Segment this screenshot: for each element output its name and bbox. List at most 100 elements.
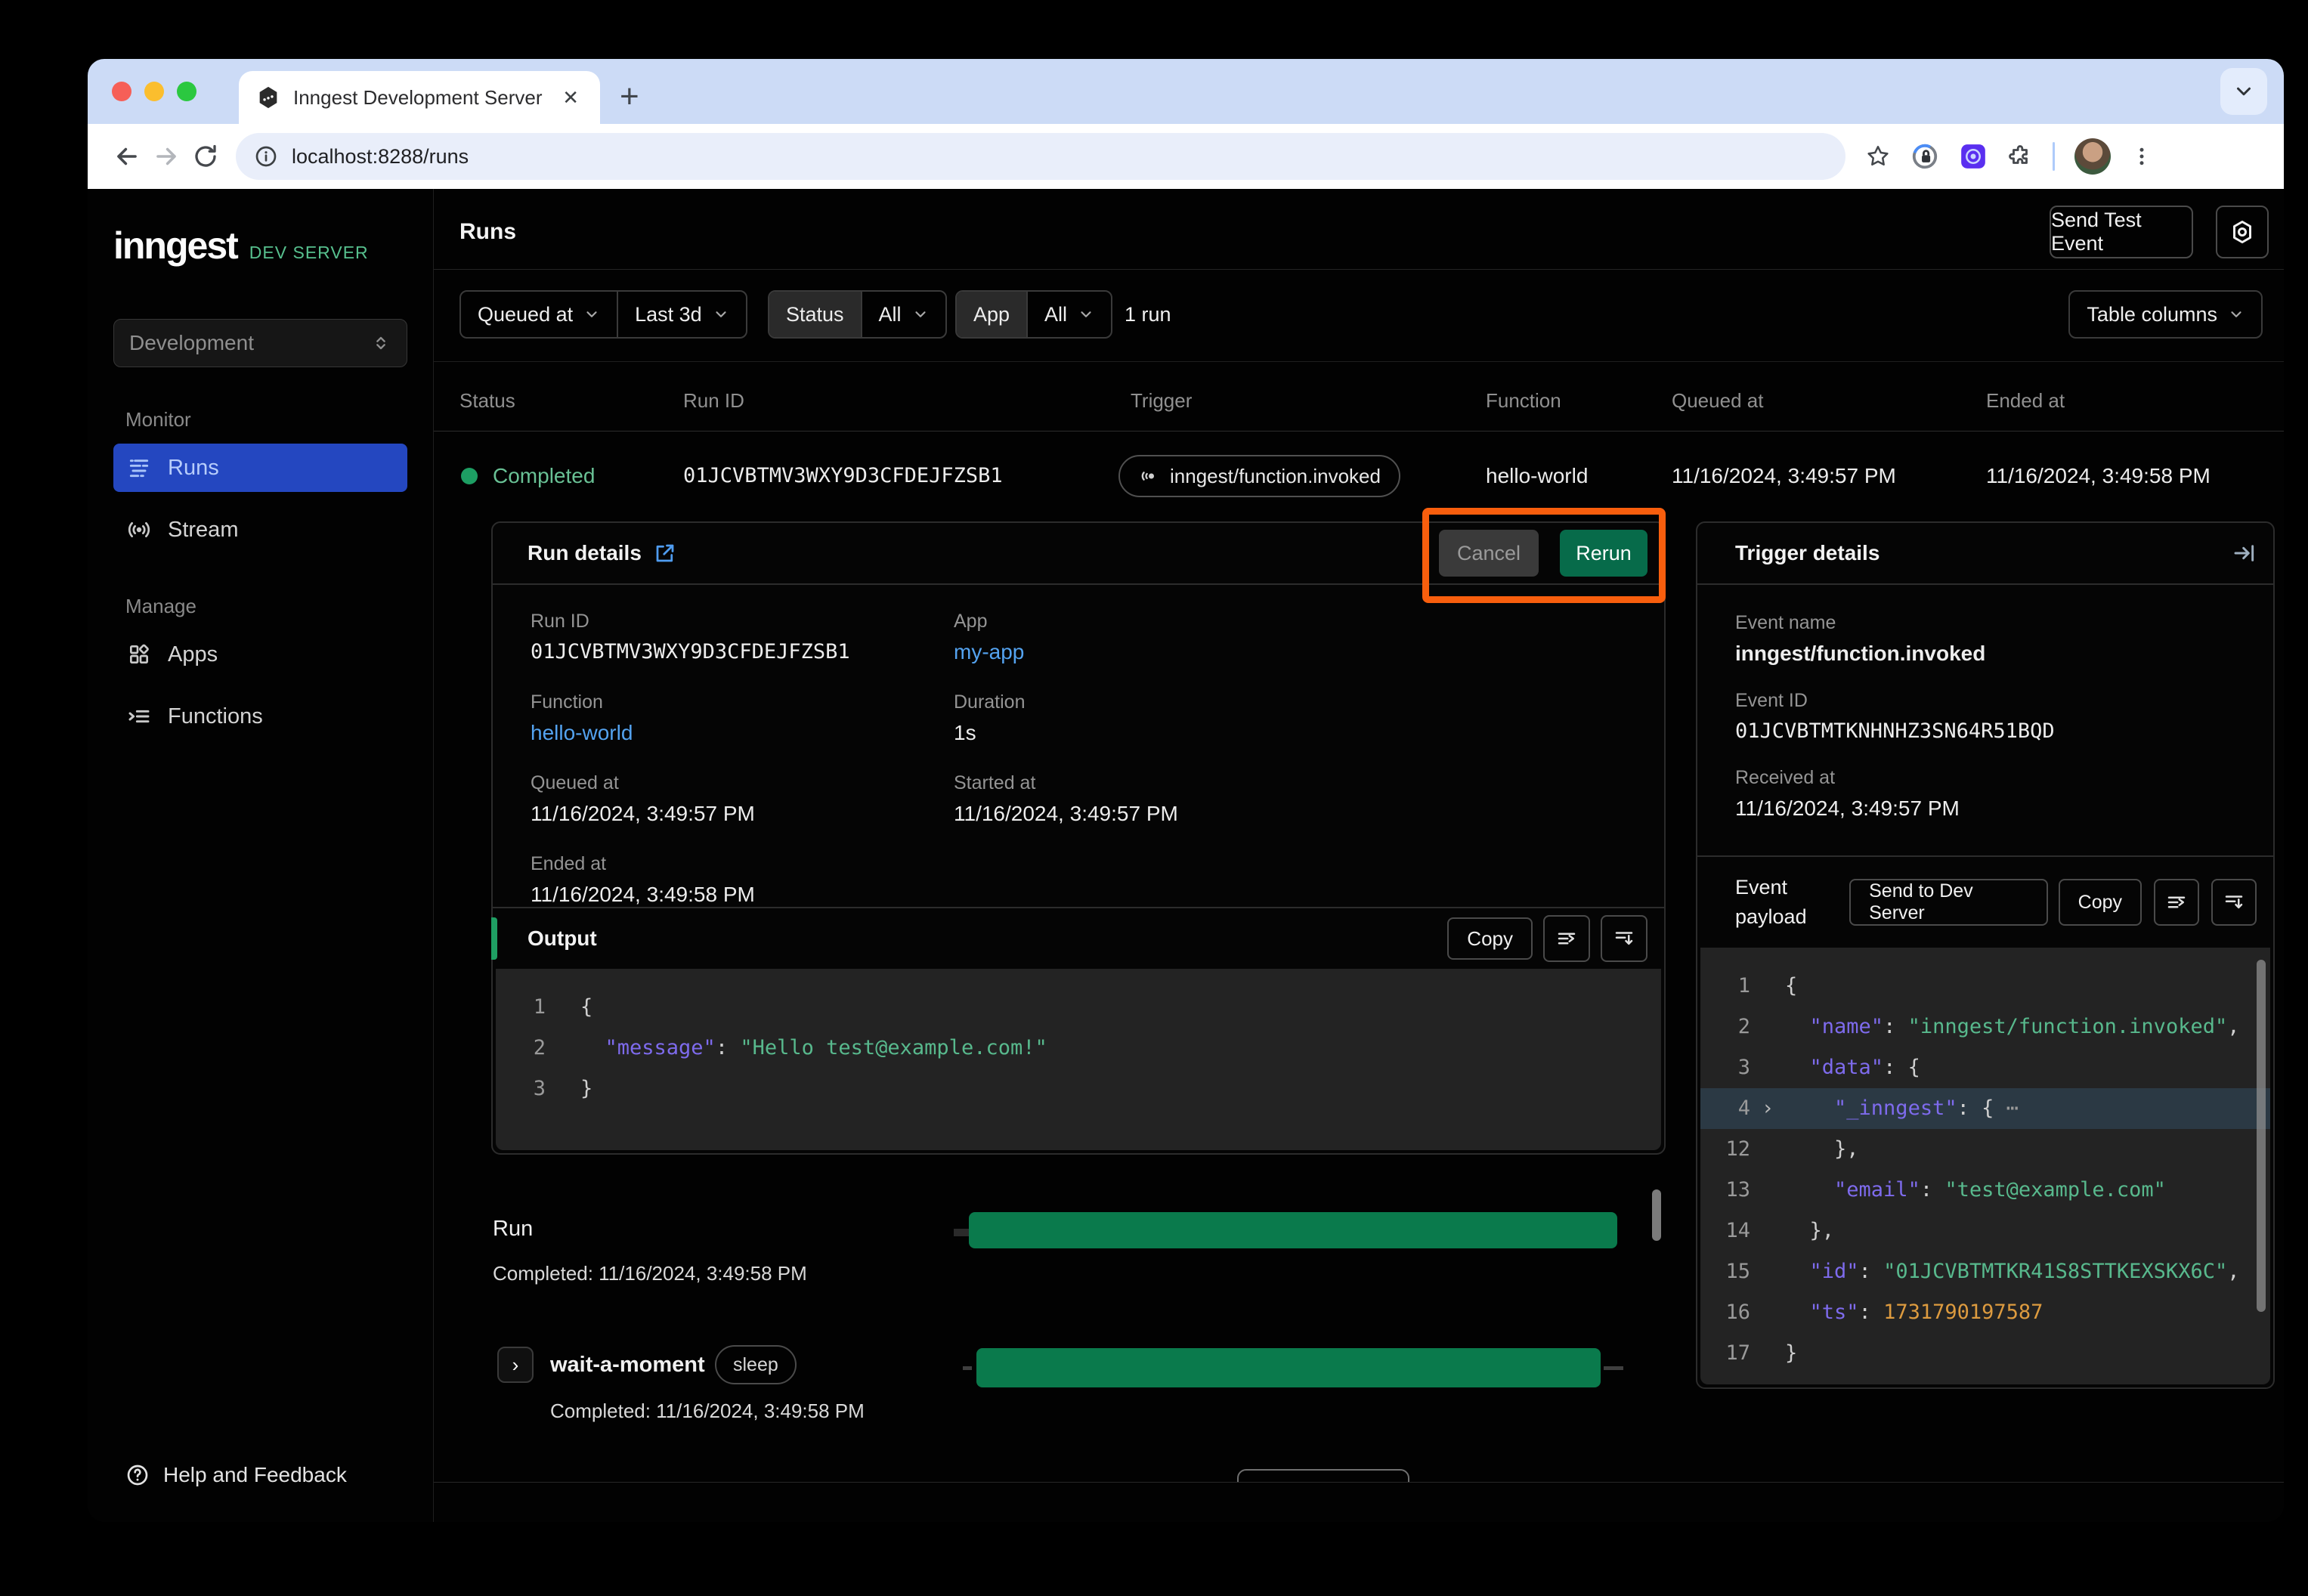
sidebar-item-runs[interactable]: Runs (113, 444, 407, 492)
chevron-down-icon (583, 306, 600, 323)
back-button[interactable] (107, 137, 147, 176)
status-dot-completed (461, 468, 478, 484)
environment-selector[interactable]: Development (113, 319, 407, 367)
event-payload-code-block[interactable]: 1{2 "name": "inngest/function.invoked",3… (1700, 948, 2270, 1384)
payload-expand-lines-icon[interactable] (2211, 879, 2257, 926)
payload-word-wrap-icon[interactable] (2154, 879, 2199, 926)
status-filter-value[interactable]: All (861, 292, 945, 337)
sidebar-item-stream[interactable]: Stream (113, 506, 407, 554)
trigger-info: Event name inngest/function.invoked Even… (1697, 585, 2273, 855)
close-window-button[interactable] (112, 82, 131, 101)
code-line: 12 }, (1700, 1129, 2270, 1170)
url-bar[interactable]: localhost:8288/runs (236, 133, 1845, 180)
send-test-event-button[interactable]: Send Test Event (2050, 206, 2193, 258)
payload-copy-button[interactable]: Copy (2059, 879, 2142, 926)
site-info-icon[interactable] (254, 144, 278, 169)
main-content: Runs Send Test Event Queued at Last 3d (434, 189, 2284, 1522)
field-started-at: Started at 11/16/2024, 3:49:57 PM (954, 772, 1664, 826)
field-queued-at: Queued at 11/16/2024, 3:49:57 PM (531, 772, 954, 826)
inngest-app: inngest DEV SERVER Development Monitor R… (88, 189, 2284, 1522)
column-header-status[interactable]: Status (459, 389, 515, 413)
browser-tab[interactable]: Inngest Development Server ✕ (239, 71, 600, 124)
app-filter-value[interactable]: All (1026, 292, 1111, 337)
external-link-icon[interactable] (654, 542, 676, 564)
menu-kebab-icon[interactable] (2130, 145, 2153, 168)
rerun-button[interactable]: Rerun (1560, 530, 1647, 577)
received-at-label: Received at (1735, 767, 2235, 789)
column-header-ended[interactable]: Ended at (1986, 389, 2065, 413)
app-filter-group: App All (955, 290, 1112, 339)
row-run-id[interactable]: 01JCVBTMV3WXY9D3CFDEJFZSB1 (683, 464, 1003, 487)
row-trigger-name: inngest/function.invoked (1170, 465, 1381, 488)
environment-selector-value: Development (129, 331, 254, 355)
queued-at-label: Queued at (478, 303, 573, 326)
page-title: Runs (459, 219, 516, 245)
function-link[interactable]: hello-world (531, 721, 954, 745)
sidebar-item-apps[interactable]: Apps (113, 630, 407, 679)
filter-divider (434, 361, 2284, 362)
step-timeline-bar[interactable] (976, 1348, 1601, 1387)
output-code-block[interactable]: 1{2 "message": "Hello test@example.com!"… (496, 969, 1661, 1150)
collapse-panel-icon[interactable] (2232, 541, 2257, 565)
column-header-function[interactable]: Function (1486, 389, 1561, 413)
word-wrap-icon[interactable] (1543, 915, 1590, 962)
timeline-scrollbar-thumb[interactable] (1652, 1189, 1661, 1241)
monitor-section-label: Monitor (125, 408, 407, 431)
field-app: App my-app (954, 611, 1664, 664)
column-header-run-id[interactable]: Run ID (683, 389, 744, 413)
help-and-feedback[interactable]: Help and Feedback (125, 1463, 347, 1487)
load-more-button-clipped[interactable] (1237, 1469, 1409, 1483)
run-timeline-bar[interactable] (969, 1212, 1617, 1248)
column-header-queued[interactable]: Queued at (1672, 389, 1763, 413)
output-copy-button[interactable]: Copy (1447, 917, 1533, 960)
send-to-dev-server-button[interactable]: Send to Dev Server (1849, 879, 2048, 926)
chevron-down-icon (1078, 306, 1094, 323)
bookmark-star-icon[interactable] (1865, 144, 1891, 169)
sidebar-item-label: Functions (168, 704, 263, 729)
timeline-run-completed: Completed: 11/16/2024, 3:49:58 PM (493, 1262, 807, 1285)
maximize-window-button[interactable] (177, 82, 196, 101)
favicon-hexagon-icon (255, 85, 281, 110)
ended-at-field-label: Ended at (531, 853, 954, 875)
chevron-down-icon (2228, 306, 2245, 323)
table-columns-button[interactable]: Table columns (2068, 290, 2263, 339)
time-range-filter[interactable]: Last 3d (617, 292, 746, 337)
logo-row: inngest DEV SERVER (113, 224, 407, 268)
tab-close-icon[interactable]: ✕ (558, 86, 583, 110)
reload-button[interactable] (186, 137, 225, 176)
event-name-value: inngest/function.invoked (1735, 642, 2235, 666)
field-ended-at: Ended at 11/16/2024, 3:49:58 PM (531, 853, 954, 907)
status-filter-label: Status (769, 292, 861, 337)
select-updown-icon (370, 332, 391, 354)
new-tab-button[interactable]: + (620, 80, 639, 113)
expand-lines-icon[interactable] (1601, 915, 1647, 962)
sidebar-item-functions[interactable]: Functions (113, 692, 407, 741)
row-trigger-pill[interactable]: inngest/function.invoked (1118, 455, 1400, 497)
cancel-button[interactable]: Cancel (1439, 530, 1539, 577)
event-broadcast-icon (1138, 466, 1159, 487)
queued-at-filter[interactable]: Queued at (461, 292, 617, 337)
password-manager-icon[interactable] (1910, 142, 1939, 171)
minimize-window-button[interactable] (144, 82, 164, 101)
url-text: localhost:8288/runs (292, 145, 469, 169)
app-filter-label: App (957, 292, 1026, 337)
code-line: 16 "ts": 1731790197587 (1700, 1292, 2270, 1333)
cancel-label: Cancel (1457, 542, 1521, 565)
run-details-title: Run details (527, 541, 642, 565)
settings-button[interactable] (2216, 206, 2269, 258)
field-run-id: Run ID 01JCVBTMV3WXY9D3CFDEJFZSB1 (531, 611, 954, 664)
forward-button[interactable] (147, 137, 186, 176)
profile-avatar[interactable] (2074, 138, 2111, 175)
payload-scrollbar-thumb[interactable] (2257, 960, 2266, 1312)
app-link[interactable]: my-app (954, 640, 1664, 664)
extension-app-icon[interactable] (1959, 142, 1988, 171)
copy-label: Copy (1467, 927, 1513, 951)
extensions-puzzle-icon[interactable] (2007, 144, 2033, 169)
step-expand-chevron[interactable]: › (497, 1347, 534, 1383)
event-payload-label: Event payload (1735, 873, 1837, 932)
tab-search-chevron-icon[interactable] (2220, 68, 2267, 115)
apps-grid-icon (127, 642, 151, 667)
column-header-trigger[interactable]: Trigger (1131, 389, 1192, 413)
run-count: 1 run (1125, 290, 1171, 339)
code-line: 2 "name": "inngest/function.invoked", (1700, 1007, 2270, 1047)
